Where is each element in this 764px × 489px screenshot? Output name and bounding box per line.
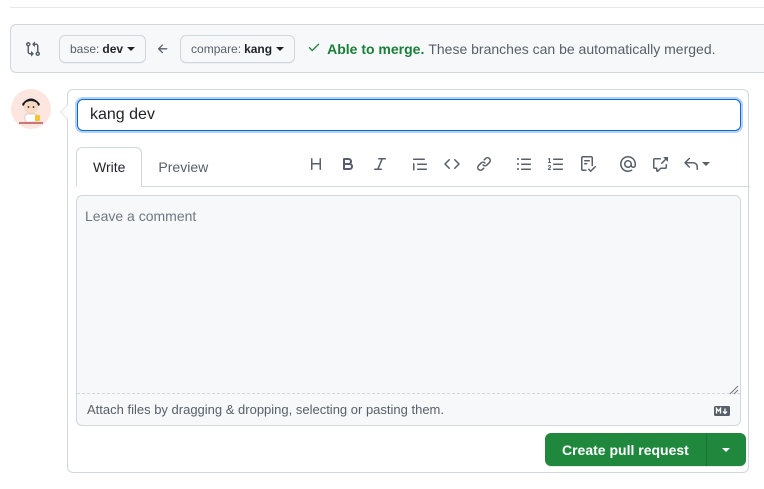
attach-hint: Attach files by dragging & dropping, sel… [87,402,444,417]
tab-preview[interactable]: Preview [142,147,224,187]
resize-handle-icon[interactable] [729,382,739,395]
ordered-list-icon[interactable] [544,152,568,176]
base-prefix: base: [70,41,100,56]
comment-textarea[interactable] [77,196,740,394]
caret-down-icon [701,162,710,166]
attach-files-bar[interactable]: Attach files by dragging & dropping, sel… [77,394,740,425]
caret-down-icon [276,46,285,51]
base-branch-name: dev [102,41,124,56]
tab-write[interactable]: Write [76,147,143,187]
link-icon[interactable] [472,152,496,176]
quote-icon[interactable] [408,152,432,176]
tabs-divider [76,186,750,187]
avatar[interactable] [11,89,51,129]
merge-ok-text: Able to merge. [327,40,425,57]
task-list-icon[interactable] [576,152,600,176]
code-icon[interactable] [440,152,464,176]
saved-replies-icon[interactable] [680,152,712,176]
merge-desc-text: These branches can be automatically merg… [428,40,716,57]
cross-reference-icon[interactable] [648,152,672,176]
arrow-left-icon [156,42,170,56]
pull-request-form: Write Preview [60,89,750,473]
check-icon [307,40,321,57]
compare-branch-button[interactable]: compare: kang [180,34,296,63]
caret-down-icon [722,447,731,452]
compare-branch-name: kang [244,41,273,56]
heading-icon[interactable] [304,152,328,176]
git-compare-icon [25,40,43,58]
caret-down-icon [127,46,136,51]
unordered-list-icon[interactable] [512,152,536,176]
mention-icon[interactable] [616,152,640,176]
create-options-dropdown[interactable] [706,433,746,466]
markdown-icon[interactable] [714,404,730,419]
base-branch-button[interactable]: base: dev [59,34,147,63]
title-input[interactable] [77,99,741,131]
compare-bar: base: dev compare: kang Able to merge. T… [10,24,764,73]
markdown-toolbar [304,152,712,176]
editor-tabs: Write Preview [76,147,224,187]
compare-prefix: compare: [191,41,242,56]
create-pull-request-button[interactable]: Create pull request [545,433,707,466]
top-divider [10,7,764,8]
create-pull-request-button-group: Create pull request [545,433,746,466]
comment-box: Attach files by dragging & dropping, sel… [76,195,741,426]
merge-status: Able to merge. These branches can be aut… [307,40,716,57]
italic-icon[interactable] [368,152,392,176]
bold-icon[interactable] [336,152,360,176]
